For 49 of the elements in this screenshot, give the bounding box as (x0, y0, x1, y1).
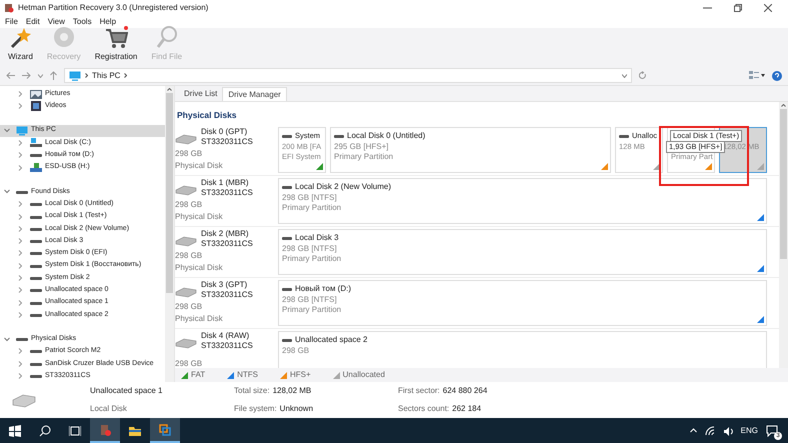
disk-type: Physical Disk (175, 160, 224, 172)
partition-info: 298 GB (282, 346, 310, 356)
disk-size: 298 GB (175, 200, 204, 211)
disk-name: Disk 4 (RAW) (201, 330, 250, 341)
detail-value: 624 880 264 (442, 385, 488, 397)
disk-model: ST3320311CS (201, 290, 254, 300)
partition-name: Новый том (D:) (295, 284, 351, 294)
partition-info: 298 GB [NTFS] (282, 244, 338, 254)
disk-model: ST3320311CS (201, 238, 254, 249)
disk-type: Physical Disk (175, 314, 224, 325)
disk-model: ST3320311CS (201, 340, 254, 351)
detail-value: 262 184 (452, 403, 482, 415)
detail-value: 128,02 MB (272, 385, 312, 397)
partition-info: 298 GB [NTFS] (282, 192, 338, 203)
legend-label: FAT (191, 369, 206, 381)
detail-value: Unknown (280, 403, 314, 415)
partition-name: Local Disk 0 (Untitled) (347, 130, 426, 141)
detail-title: Unallocated space 1 (90, 385, 164, 397)
legend-label: Unallocated (342, 369, 385, 381)
partition-info: Primary Partition (334, 152, 394, 162)
partition-info: 298 GB [NTFS] (282, 294, 338, 305)
window-title: Hetman Partition Recovery 3.0 (Unregistered version) (18, 2, 208, 14)
disk-type: Physical Disk (175, 212, 224, 223)
partition-info: Primary Partition (282, 202, 342, 213)
detail-label: Sectors count: (398, 403, 450, 415)
partition-info: Primary Partition (282, 254, 342, 264)
disk-size: 298 GB (175, 250, 204, 262)
legend-label: HFS+ (290, 369, 311, 381)
partition-name: Local Disk 2 (New Volume) (295, 182, 392, 192)
detail-label: File system: (234, 403, 277, 415)
detail-type: Local Disk (90, 403, 128, 415)
legend-label: NTFS (237, 369, 258, 381)
section-title: Physical Disks (176, 109, 238, 122)
partition-info: Primary Partition (282, 304, 342, 315)
disk-name: Disk 0 (GPT) (201, 126, 248, 137)
detail-label: Total size: (234, 385, 270, 397)
partition-name: Local Disk 3 (295, 232, 339, 243)
disk-size: 298 GB (175, 302, 204, 313)
disk-name: Disk 3 (GPT) (201, 280, 248, 290)
disk-model: ST3320311CS (201, 136, 254, 147)
disk-name: Disk 1 (MBR) (201, 178, 250, 188)
disk-type: Physical Disk (175, 262, 224, 274)
partition-info: 295 GB [HFS+] (334, 142, 390, 152)
disk-size: 298 GB (175, 148, 204, 160)
disk-name: Disk 2 (MBR) (201, 228, 250, 239)
disk-size: 298 GB (175, 358, 204, 368)
detail-label: First sector: (398, 385, 440, 397)
disk-model: ST3320311CS (201, 188, 254, 198)
partition-name: Unallocated space 2 (295, 334, 368, 345)
